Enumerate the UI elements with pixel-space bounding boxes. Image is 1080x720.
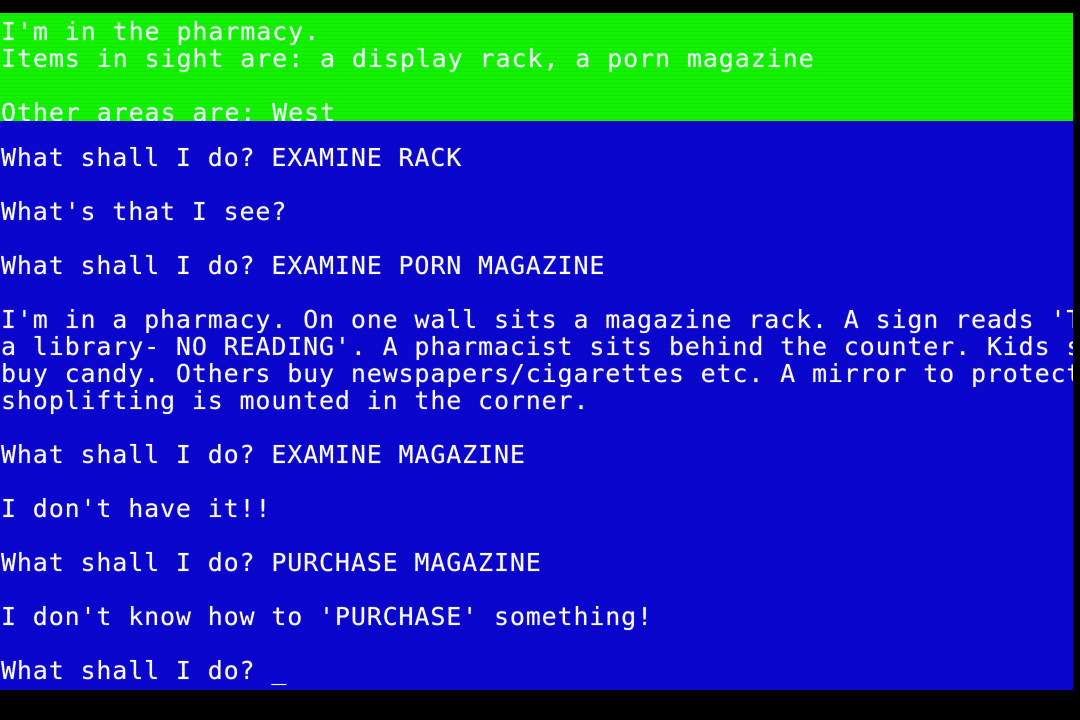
text-cursor: _ xyxy=(271,656,288,685)
command-prompt-line[interactable]: What shall I do? _ xyxy=(0,657,1080,684)
transcript-line: a library- NO READING'. A pharmacist sit… xyxy=(1,332,1080,361)
transcript-line xyxy=(0,171,1080,198)
transcript-line xyxy=(0,279,1080,306)
transcript-line xyxy=(0,576,1080,603)
transcript-line: shoplifting is mounted in the corner. xyxy=(1,386,590,415)
transcript-line: I'm in a pharmacy. On one wall sits a ma… xyxy=(1,305,1080,334)
transcript-line xyxy=(0,522,1080,549)
transcript-line xyxy=(0,468,1080,495)
status-line-blank xyxy=(0,72,1080,99)
game-screen: I'm in the pharmacy. Items in sight are:… xyxy=(0,0,1080,720)
transcript-line: What shall I do? EXAMINE PORN MAGAZINE xyxy=(1,251,606,280)
status-line-location: I'm in the pharmacy. xyxy=(1,17,321,46)
transcript-line: What shall I do? EXAMINE RACK xyxy=(1,143,463,172)
status-line-items: Items in sight are: a display rack, a po… xyxy=(1,44,815,73)
transcript-line xyxy=(0,225,1080,252)
transcript-line: buy candy. Others buy newspapers/cigaret… xyxy=(1,359,1080,388)
transcript-line xyxy=(0,630,1080,657)
transcript-line xyxy=(0,414,1080,441)
status-panel: I'm in the pharmacy. Items in sight are:… xyxy=(0,13,1080,126)
letterbox-bottom xyxy=(0,690,1080,720)
transcript-line: What shall I do? EXAMINE MAGAZINE xyxy=(1,440,526,469)
letterbox-right xyxy=(1073,0,1080,720)
prompt-label: What shall I do? xyxy=(1,656,272,685)
transcript-line: I don't know how to 'PURCHASE' something… xyxy=(1,602,653,631)
transcript-line: What shall I do? PURCHASE MAGAZINE xyxy=(1,548,542,577)
transcript-line: I don't have it!! xyxy=(1,494,272,523)
letterbox-top xyxy=(0,0,1080,13)
transcript-line: What's that I see? xyxy=(1,197,288,226)
transcript-panel[interactable]: What shall I do? EXAMINE RACK What's tha… xyxy=(0,121,1080,690)
